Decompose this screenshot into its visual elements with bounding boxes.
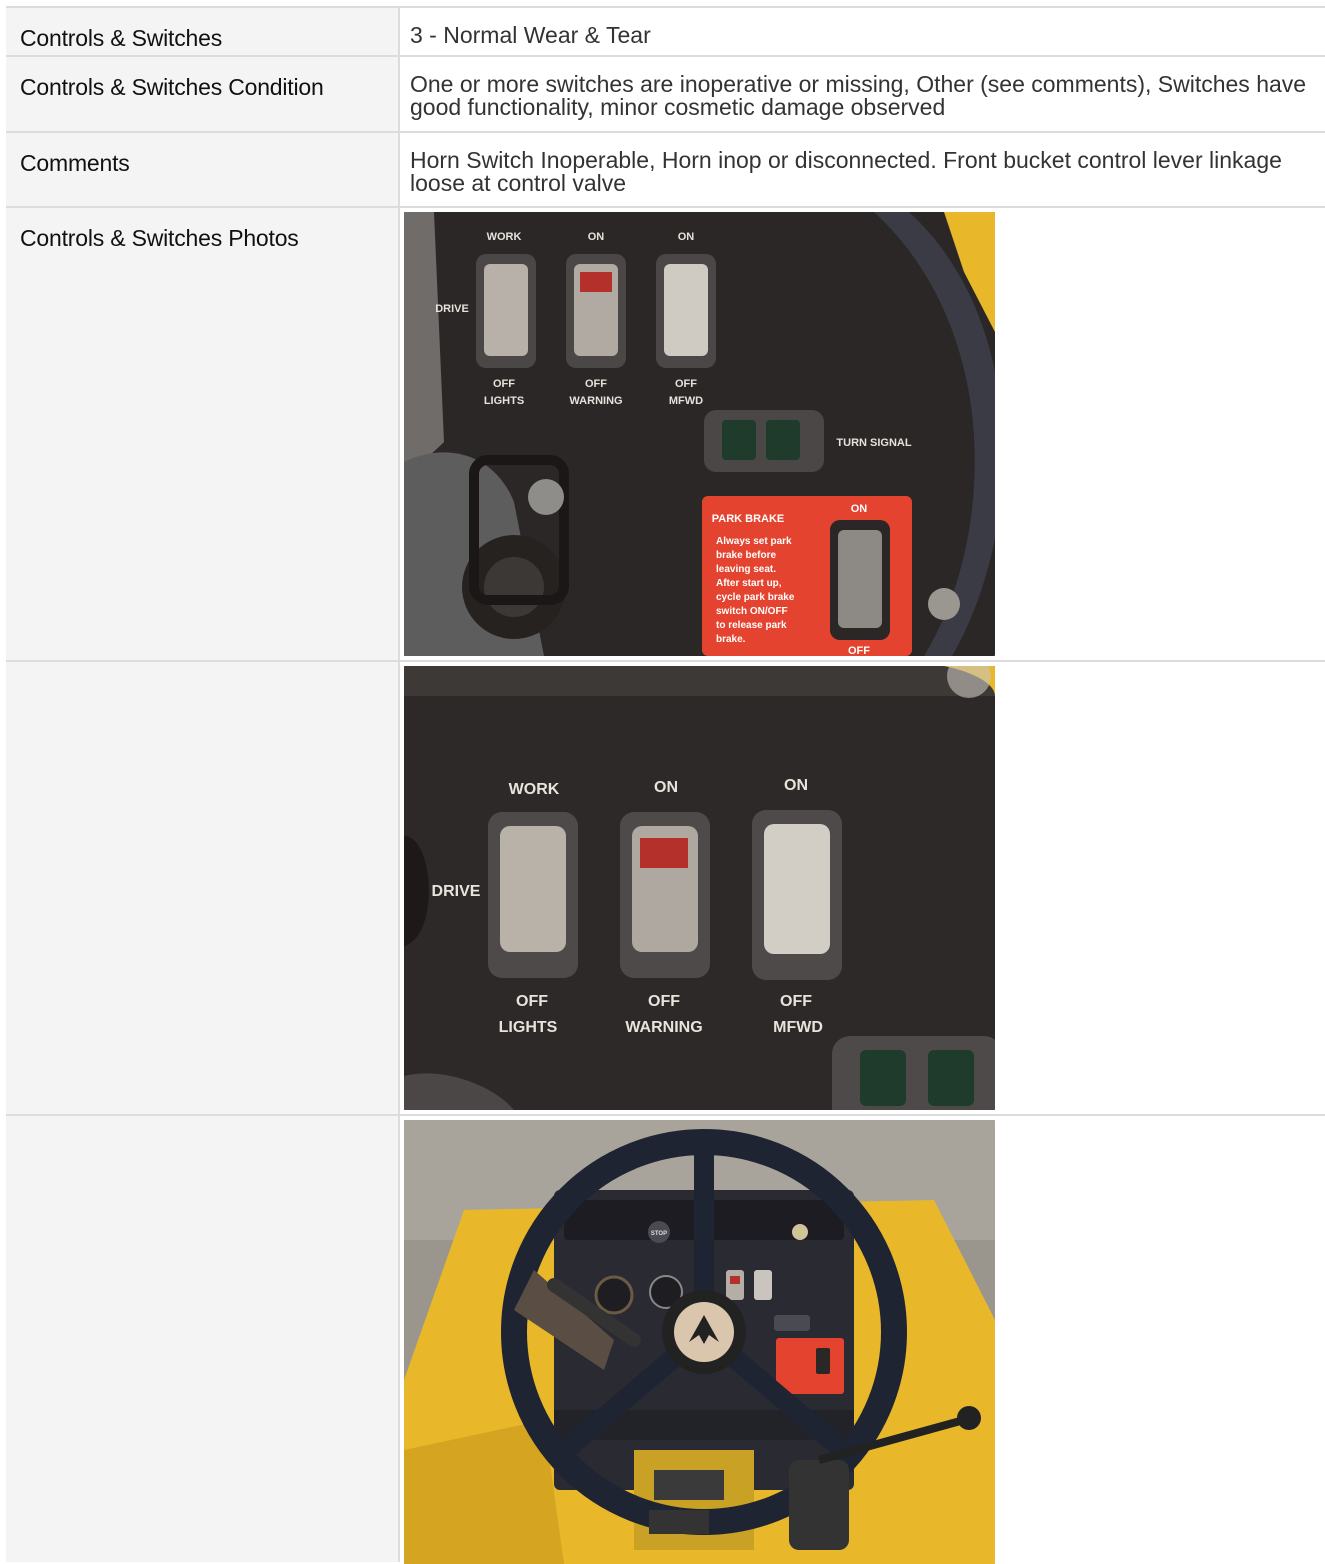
label-on: ON (678, 231, 695, 243)
label-off: OFF (516, 993, 548, 1010)
label-off: OFF (585, 378, 607, 390)
switch-panel-photo[interactable]: WORK ON ON DRIVE OFF OFF OFF LIGHTS WARN… (404, 212, 995, 656)
label-off: OFF (648, 993, 680, 1010)
label-warning: WARNING (625, 1019, 702, 1036)
label-drive: DRIVE (435, 303, 469, 315)
label-off: OFF (780, 993, 812, 1010)
table-row: Controls & Switches 3 - Normal Wear & Te… (6, 8, 1325, 57)
park-brake-text: leaving seat. (716, 564, 776, 575)
photo-cell: STOP (400, 1116, 1325, 1564)
photo-cell: WORK ON ON DRIVE OFF OFF OFF LIGHTS WARN… (400, 662, 1325, 1114)
table-row: WORK ON ON DRIVE OFF OFF OFF LIGHTS WARN… (6, 662, 1325, 1116)
label-mfwd: MFWD (773, 1019, 823, 1036)
rocker-switches-photo[interactable]: WORK ON ON DRIVE OFF OFF OFF LIGHTS WARN… (404, 666, 995, 1110)
label-on: ON (654, 779, 678, 796)
row-label: Controls & Switches Photos (6, 208, 400, 660)
label-on: ON (851, 503, 868, 515)
label-off: OFF (675, 378, 697, 390)
row-value: Horn Switch Inoperable, Horn inop or dis… (410, 147, 1282, 196)
row-value: One or more switches are inoperative or … (410, 71, 1307, 120)
row-label: Controls & Switches (6, 8, 400, 55)
row-label-empty (6, 1116, 400, 1562)
label-off: OFF (493, 378, 515, 390)
label-on: ON (784, 777, 808, 794)
label-park-brake: PARK BRAKE (712, 513, 785, 525)
label-lights: LIGHTS (484, 395, 524, 407)
photo-cell: WORK ON ON DRIVE OFF OFF OFF LIGHTS WARN… (400, 208, 1325, 660)
label-work: WORK (509, 781, 560, 798)
label-mfwd: MFWD (669, 395, 703, 407)
park-brake-text: cycle park brake (716, 592, 795, 603)
park-brake-text: brake. (716, 634, 746, 645)
label-off: OFF (848, 645, 870, 656)
label-lights: LIGHTS (499, 1019, 558, 1036)
park-brake-text: brake before (716, 550, 776, 561)
table-row: Comments Horn Switch Inoperable, Horn in… (6, 133, 1325, 208)
label-work: WORK (487, 231, 522, 243)
label-turn-signal: TURN SIGNAL (836, 437, 911, 449)
row-label: Controls & Switches Condition (6, 57, 400, 131)
label-drive: DRIVE (432, 883, 481, 900)
park-brake-text: switch ON/OFF (716, 606, 788, 617)
stop-label: STOP (651, 1231, 667, 1237)
table-row: STOP (6, 1116, 1325, 1564)
table-row: Controls & Switches Photos WORK ON ON DR… (6, 208, 1325, 662)
inspection-table: Controls & Switches 3 - Normal Wear & Te… (6, 6, 1325, 1564)
row-value: 3 - Normal Wear & Tear (410, 22, 651, 48)
label-warning: WARNING (569, 395, 622, 407)
steering-wheel-photo[interactable]: STOP (404, 1120, 995, 1564)
row-label: Comments (6, 133, 400, 206)
label-on: ON (588, 231, 605, 243)
park-brake-text: to release park (716, 620, 787, 631)
row-label-empty (6, 662, 400, 1114)
table-row: Controls & Switches Condition One or mor… (6, 57, 1325, 133)
park-brake-text: Always set park (716, 536, 792, 547)
park-brake-text: After start up, (716, 578, 782, 589)
